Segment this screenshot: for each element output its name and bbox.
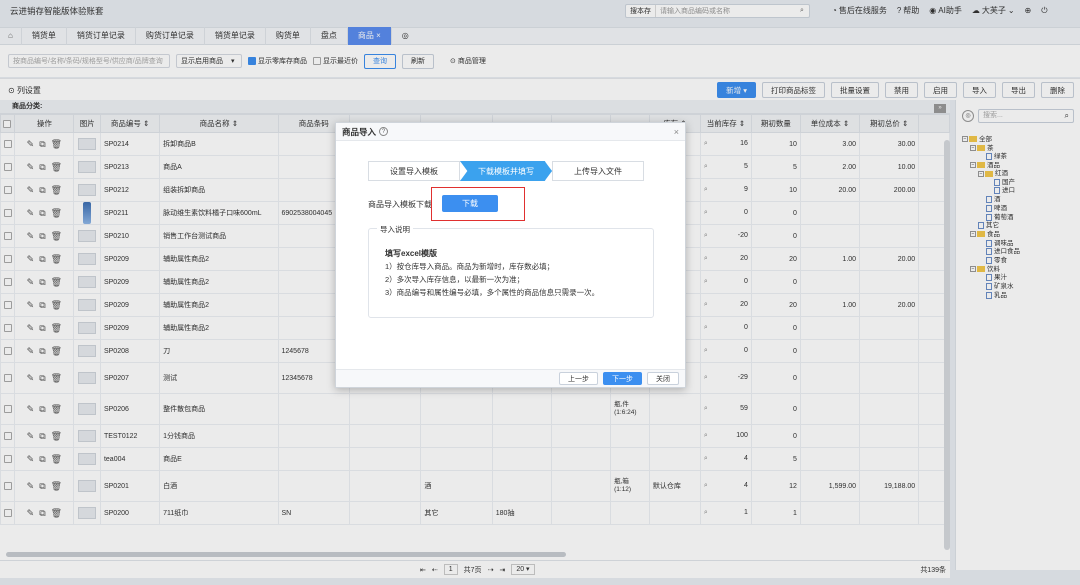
import-instructions: 导入说明 填写excel模版 1）按仓库导入商品。商品为新增时，库存数必填； 2… [368,224,654,318]
close-button[interactable]: 关闭 [647,372,679,385]
help-icon[interactable]: ? [379,127,389,136]
instruction-item: 3）商品编号和属性编号必填，多个属性的商品信息只需录一次。 [385,288,600,297]
dialog-header: 商品导入 ? [336,123,685,141]
next-step-button[interactable]: 下一步 [603,372,642,385]
dialog-footer: 上一步 下一步 关闭 [336,369,685,387]
dialog-title: 商品导入 [342,126,377,137]
prev-step-button[interactable]: 上一步 [559,372,598,385]
step-download-template[interactable]: 下载模板并填写 [460,161,552,181]
download-button[interactable]: 下载 [442,195,498,212]
instruction-item: 1）按仓库导入商品。商品为新增时，库存数必填； [385,262,555,271]
instructions-heading: 填写excel模版 [385,249,438,258]
import-steps: 设置导入模板 下载模板并填写 上传导入文件 [368,161,644,181]
instructions-title: 导入说明 [377,224,413,235]
step-setup-template[interactable]: 设置导入模板 [368,161,460,181]
product-import-dialog: 商品导入 ? × 设置导入模板 下载模板并填写 上传导入文件 商品导入模板下载 … [335,122,686,388]
download-label: 商品导入模板下载 [368,200,432,209]
close-icon[interactable]: × [674,127,679,137]
step-upload-file[interactable]: 上传导入文件 [552,161,644,181]
instruction-item: 2）多次导入库存信息，以最新一次为准； [385,275,525,284]
